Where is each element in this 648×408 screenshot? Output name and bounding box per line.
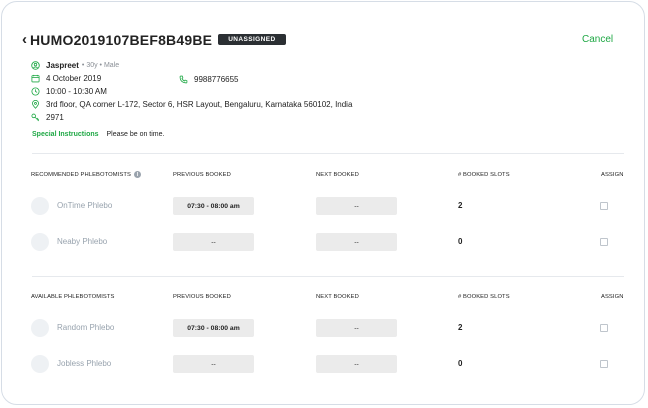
code-row: 2971 xyxy=(31,113,64,122)
previous-booked-slot: 07:30 - 08:00 am xyxy=(173,197,254,215)
address: 3rd floor, QA corner L-172, Sector 6, HS… xyxy=(46,100,353,109)
special-instructions-label: Special Instructions xyxy=(32,131,99,138)
order-id: HUMO2019107BEF8B49BE xyxy=(30,31,213,48)
cancel-link[interactable]: Cancel xyxy=(582,34,613,45)
col-next-booked: NEXT BOOKED xyxy=(316,294,359,300)
info-icon[interactable]: i xyxy=(134,171,141,178)
special-instructions-text: Please be on time. xyxy=(106,131,165,138)
previous-booked-slot: -- xyxy=(173,233,254,251)
recommended-heading-text: RECOMMENDED PHLEBOTOMISTS xyxy=(31,171,131,178)
next-booked-slot: -- xyxy=(316,233,397,251)
col-booked-slots: # BOOKED SLOTS xyxy=(458,294,510,300)
special-instructions: Special Instructions Please be on time. xyxy=(32,131,164,138)
previous-booked-slot: -- xyxy=(173,355,254,373)
col-previous-booked: PREVIOUS BOOKED xyxy=(173,294,231,300)
time-row: 10:00 - 10:30 AM xyxy=(31,87,107,96)
status-badge: UNASSIGNED xyxy=(218,34,286,45)
assign-checkbox[interactable] xyxy=(600,324,608,332)
col-booked-slots: # BOOKED SLOTS xyxy=(458,172,510,178)
phone-row: 9988776655 xyxy=(179,75,239,84)
next-booked-slot: -- xyxy=(316,355,397,373)
phlebo-name[interactable]: Jobless Phlebo xyxy=(57,359,111,368)
phlebo-name[interactable]: Random Phlebo xyxy=(57,323,114,332)
avatar xyxy=(31,319,49,337)
assign-checkbox[interactable] xyxy=(600,360,608,368)
clock-icon xyxy=(31,87,40,96)
order-card: ‹ HUMO2019107BEF8B49BE UNASSIGNED Cancel… xyxy=(1,1,645,405)
recommended-heading: RECOMMENDED PHLEBOTOMISTS i xyxy=(31,171,141,178)
booked-slots-count: 2 xyxy=(458,201,463,210)
phlebo-name[interactable]: Neaby Phlebo xyxy=(57,237,107,246)
previous-booked-slot: 07:30 - 08:00 am xyxy=(173,319,254,337)
phlebo-name[interactable]: OnTime Phlebo xyxy=(57,201,112,210)
col-next-booked: NEXT BOOKED xyxy=(316,172,359,178)
address-row: 3rd floor, QA corner L-172, Sector 6, HS… xyxy=(31,100,352,109)
date-row: 4 October 2019 xyxy=(31,74,101,83)
patient-name: Jaspreet xyxy=(46,61,79,70)
booking-code: 2971 xyxy=(46,113,64,122)
assign-checkbox[interactable] xyxy=(600,202,608,210)
booking-time: 10:00 - 10:30 AM xyxy=(46,87,107,96)
assign-checkbox[interactable] xyxy=(600,238,608,246)
col-previous-booked: PREVIOUS BOOKED xyxy=(173,172,231,178)
booked-slots-count: 2 xyxy=(458,323,463,332)
divider xyxy=(32,276,624,277)
avatar xyxy=(31,197,49,215)
calendar-icon xyxy=(31,74,40,83)
next-booked-slot: -- xyxy=(316,197,397,215)
title-row: ‹ HUMO2019107BEF8B49BE UNASSIGNED xyxy=(22,31,286,48)
col-assign: ASSIGN xyxy=(601,172,624,178)
col-assign: ASSIGN xyxy=(601,294,624,300)
avatar xyxy=(31,233,49,251)
next-booked-slot: -- xyxy=(316,319,397,337)
avatar xyxy=(31,355,49,373)
patient-name-row: Jaspreet • 30y • Male xyxy=(31,61,119,70)
key-icon xyxy=(31,113,40,122)
phone-number: 9988776655 xyxy=(194,75,239,84)
booked-slots-count: 0 xyxy=(458,237,463,246)
phone-icon xyxy=(179,75,188,84)
user-circle-icon xyxy=(31,61,40,70)
booked-slots-count: 0 xyxy=(458,359,463,368)
back-chevron-icon[interactable]: ‹ xyxy=(22,31,27,48)
available-heading: AVAILABLE PHLEBOTOMISTS xyxy=(31,294,115,300)
location-pin-icon xyxy=(32,100,39,109)
patient-details: • 30y • Male xyxy=(81,62,120,69)
booking-date: 4 October 2019 xyxy=(46,74,102,83)
divider xyxy=(32,153,624,154)
